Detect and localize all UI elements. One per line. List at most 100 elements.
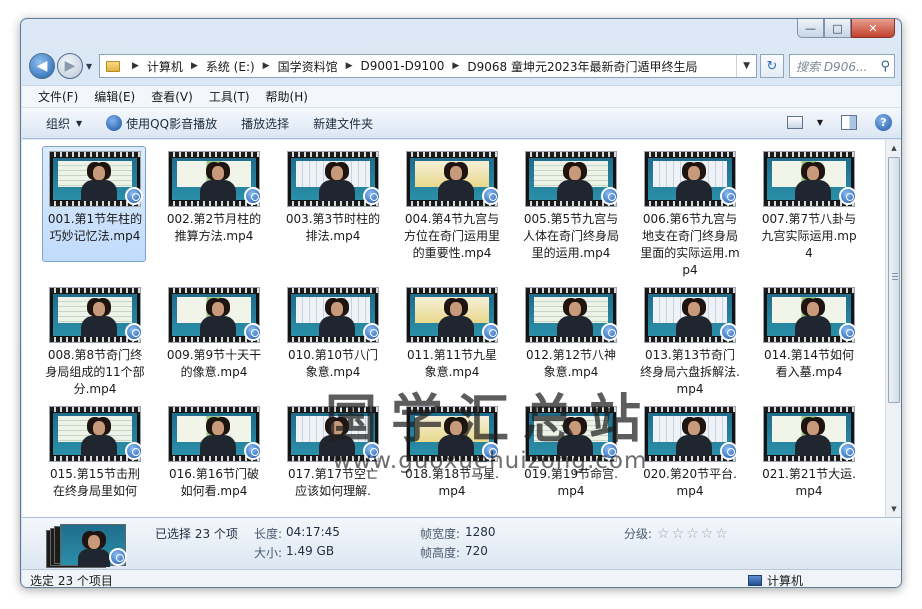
- vertical-scrollbar[interactable]: ▲ ▼: [885, 140, 901, 517]
- file-item[interactable]: 003.第3节时柱的排法.mp4: [280, 146, 384, 262]
- breadcrumb-library[interactable]: 国学资料馆: [278, 58, 338, 75]
- search-placeholder: 搜索 D906...: [796, 59, 868, 74]
- file-name: 017.第17节空亡应该如何理解.: [288, 467, 378, 498]
- file-name: 011.第11节九星象意.mp4: [407, 348, 497, 379]
- close-button[interactable]: ✕: [851, 19, 895, 38]
- breadcrumb-drive[interactable]: 系统 (E:): [206, 58, 255, 75]
- play-selection-button[interactable]: 播放选择: [241, 115, 289, 132]
- scrollbar-thumb[interactable]: [888, 157, 900, 403]
- file-item[interactable]: 006.第6节九宫与地支在奇门终身局里面的实际运用.mp4: [637, 146, 741, 277]
- breadcrumb-current[interactable]: D9068 童坤元2023年最新奇门遁甲终生局: [467, 58, 697, 75]
- view-options-chevron-icon[interactable]: ▼: [817, 118, 823, 127]
- file-item[interactable]: 012.第12节八神象意.mp4: [518, 282, 622, 398]
- qq-player-badge-icon: [482, 187, 500, 205]
- chevron-right-icon[interactable]: ▶: [132, 61, 139, 71]
- qq-player-badge-icon: [601, 442, 619, 460]
- refresh-button[interactable]: ↻: [760, 54, 784, 78]
- size-label: 大小:: [254, 546, 283, 560]
- file-item[interactable]: 007.第7节八卦与九宫实际运用.mp4: [756, 146, 860, 262]
- file-name: 015.第15节击刑在终身局里如何: [50, 467, 140, 498]
- file-name: 008.第8节奇门终身局组成的11个部分.mp4: [45, 348, 145, 396]
- explorer-window: — □ ✕ ◀ ▶ ▼ ▶ 计算机 ▶ 系统 (E:) ▶ 国学资料馆 ▶ D9…: [20, 18, 902, 588]
- file-item[interactable]: 016.第16节门破如何看.mp4: [161, 401, 265, 517]
- breadcrumb-computer[interactable]: 计算机: [147, 58, 183, 75]
- chevron-right-icon[interactable]: ▶: [263, 61, 270, 71]
- new-folder-button[interactable]: 新建文件夹: [313, 115, 373, 132]
- address-bar[interactable]: ▶ 计算机 ▶ 系统 (E:) ▶ 国学资料馆 ▶ D9001-D9100 ▶ …: [99, 54, 757, 78]
- file-item[interactable]: 015.第15节击刑在终身局里如何: [42, 401, 146, 517]
- menu-help[interactable]: 帮助(H): [266, 88, 308, 105]
- file-name: 016.第16节门破如何看.mp4: [169, 467, 259, 498]
- qq-player-badge-icon: [720, 323, 738, 341]
- file-item[interactable]: 019.第19节命宫.mp4: [518, 401, 622, 517]
- minimize-button[interactable]: —: [797, 19, 824, 38]
- qq-player-badge-icon: [363, 187, 381, 205]
- help-icon[interactable]: ?: [875, 114, 892, 131]
- qq-player-badge-icon: [720, 187, 738, 205]
- recent-pages-dropdown[interactable]: ▼: [86, 62, 92, 71]
- file-item[interactable]: 021.第21节大运.mp4: [756, 401, 860, 517]
- frame-width-value: 1280: [465, 525, 496, 539]
- status-selection-text: 选定 23 个项目: [30, 574, 113, 588]
- file-item[interactable]: 004.第4节九宫与方位在奇门运用里的重要性.mp4: [399, 146, 503, 262]
- length-label: 长度:: [254, 527, 283, 541]
- breadcrumb-range[interactable]: D9001-D9100: [361, 59, 445, 73]
- qq-player-badge-icon: [363, 323, 381, 341]
- qq-player-badge-icon: [125, 442, 143, 460]
- chevron-right-icon[interactable]: ▶: [191, 61, 198, 71]
- menu-tools[interactable]: 工具(T): [209, 88, 250, 105]
- file-name: 019.第19节命宫.mp4: [524, 467, 618, 498]
- file-item[interactable]: 013.第13节奇门终身局六盘拆解法.mp4: [637, 282, 741, 398]
- length-value: 04:17:45: [286, 525, 340, 539]
- command-bar-right: ▼ ?: [786, 114, 892, 131]
- file-item[interactable]: 009.第9节十天干的像意.mp4: [161, 282, 265, 398]
- file-item[interactable]: 018.第18节马星.mp4: [399, 401, 503, 517]
- file-item[interactable]: 010.第10节八门象意.mp4: [280, 282, 384, 398]
- search-icon[interactable]: ⚲: [880, 59, 890, 74]
- rating-label: 分级:: [624, 527, 653, 541]
- file-name: 014.第14节如何看入墓.mp4: [764, 348, 854, 379]
- chevron-down-icon: ▼: [76, 118, 83, 128]
- scroll-down-icon[interactable]: ▼: [886, 501, 901, 517]
- frame-width-label: 帧宽度:: [420, 527, 461, 541]
- qq-player-badge-icon: [244, 442, 262, 460]
- status-bar: 选定 23 个项目 计算机: [22, 569, 901, 588]
- rating-stars[interactable]: ☆☆☆☆☆: [657, 526, 730, 542]
- forward-button[interactable]: ▶: [57, 53, 83, 79]
- nav-buttons: ◀ ▶ ▼: [29, 53, 92, 79]
- menu-file[interactable]: 文件(F): [38, 88, 78, 105]
- play-with-qq-button[interactable]: 使用QQ影音播放: [106, 115, 217, 132]
- file-list-area[interactable]: 001.第1节年柱的巧妙记忆法.mp4 002.第2节月柱的推算方法.mp4 003…: [22, 140, 885, 517]
- file-item[interactable]: 001.第1节年柱的巧妙记忆法.mp4: [42, 146, 146, 262]
- search-input[interactable]: 搜索 D906... ⚲: [789, 54, 895, 78]
- computer-icon: [748, 575, 762, 586]
- file-name: 010.第10节八门象意.mp4: [288, 348, 378, 379]
- scroll-up-icon[interactable]: ▲: [886, 140, 901, 156]
- file-name: 007.第7节八卦与九宫实际运用.mp4: [761, 212, 857, 260]
- file-item[interactable]: 005.第5节九宫与人体在奇门终身局里的运用.mp4: [518, 146, 622, 262]
- file-item[interactable]: 020.第20节平台.mp4: [637, 401, 741, 517]
- qq-player-badge-icon: [482, 442, 500, 460]
- maximize-button[interactable]: □: [824, 19, 851, 38]
- back-button[interactable]: ◀: [29, 53, 55, 79]
- qq-player-badge-icon: [601, 323, 619, 341]
- menu-view[interactable]: 查看(V): [151, 88, 193, 105]
- qq-player-badge-icon: [839, 187, 857, 205]
- organize-button[interactable]: 组织 ▼: [46, 115, 82, 132]
- details-pane: 已选择 23 个项 长度: 04:17:45 大小: 1.49 GB 帧宽度: …: [22, 517, 901, 569]
- file-item[interactable]: 011.第11节九星象意.mp4: [399, 282, 503, 398]
- chevron-right-icon[interactable]: ▶: [452, 61, 459, 71]
- file-name: 002.第2节月柱的推算方法.mp4: [166, 212, 262, 243]
- file-item[interactable]: 014.第14节如何看入墓.mp4: [756, 282, 860, 398]
- preview-pane-icon[interactable]: [841, 115, 857, 130]
- size-value: 1.49 GB: [286, 544, 335, 558]
- change-view-icon[interactable]: [786, 116, 803, 129]
- chevron-right-icon[interactable]: ▶: [346, 61, 353, 71]
- file-item[interactable]: 002.第2节月柱的推算方法.mp4: [161, 146, 265, 262]
- file-item[interactable]: 017.第17节空亡应该如何理解.: [280, 401, 384, 517]
- file-name: 021.第21节大运.mp4: [762, 467, 856, 498]
- file-item[interactable]: 008.第8节奇门终身局组成的11个部分.mp4: [42, 282, 146, 398]
- address-dropdown-icon[interactable]: ▼: [736, 55, 756, 77]
- menu-edit[interactable]: 编辑(E): [94, 88, 135, 105]
- play-selection-label: 播放选择: [241, 116, 290, 131]
